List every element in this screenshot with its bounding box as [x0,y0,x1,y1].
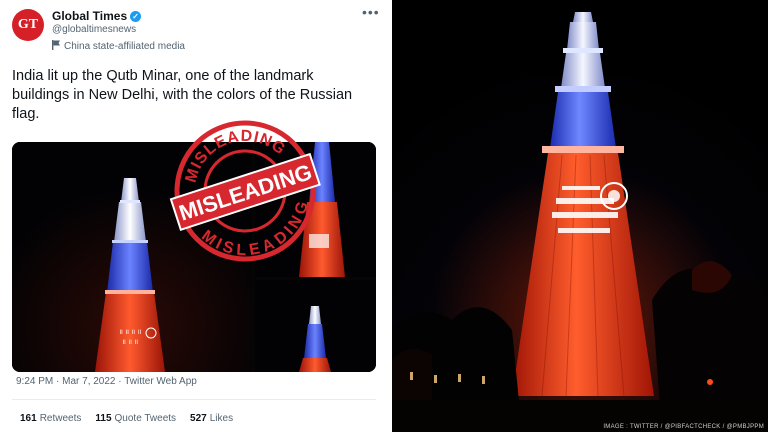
qutb-minar-photo-bottom-right [255,280,376,372]
media-tile-bottom-right[interactable] [255,280,376,372]
affiliation-label: China state-affiliated media [52,40,185,52]
retweets-count: 161 [20,413,37,424]
affiliation-text: China state-affiliated media [64,41,185,52]
divider [12,399,376,400]
likes-label: Likes [209,413,234,424]
quote-tweets-label: Quote Tweets [114,413,177,424]
retweets-label: Retweets [39,413,82,424]
likes-count: 527 [190,413,207,424]
quote-tweets-count: 115 [95,413,112,424]
avatar-text: GT [17,17,39,32]
account-name[interactable]: Global Times [52,9,127,23]
flag-icon [52,40,60,50]
svg-text:॥ ॥ ॥: ॥ ॥ ॥ [122,339,138,346]
tweet-timestamp[interactable]: 9:24 PM · Mar 7, 2022 · Twitter Web App [16,376,197,387]
quote-tweets-stat[interactable]: 115 Quote Tweets [95,413,176,424]
tweet-stats: 161 Retweets 115 Quote Tweets 527 Likes [20,413,233,424]
image-credit: IMAGE : TWITTER / @PIBFACTCHECK / @PMBJP… [603,424,764,430]
qutb-minar-illustration [392,0,768,432]
verified-badge-icon: ✓ [130,11,142,22]
tweet-card: GT Global Times ✓ @globaltimesnews China … [0,0,388,432]
svg-text:॥ ॥ ॥ ॥: ॥ ॥ ॥ ॥ [119,329,142,336]
account-handle[interactable]: @globaltimesnews [52,24,136,35]
more-options-icon[interactable]: ••• [362,4,380,20]
retweets-stat[interactable]: 161 Retweets [20,413,81,424]
likes-stat[interactable]: 527 Likes [190,413,233,424]
avatar[interactable]: GT [12,9,44,41]
qutb-minar-night-photo: IMAGE : TWITTER / @PIBFACTCHECK / @PMBJP… [392,0,768,432]
tweet-text: India lit up the Qutb Minar, one of the … [12,68,353,122]
account-name-row: Global Times ✓ [52,9,142,23]
